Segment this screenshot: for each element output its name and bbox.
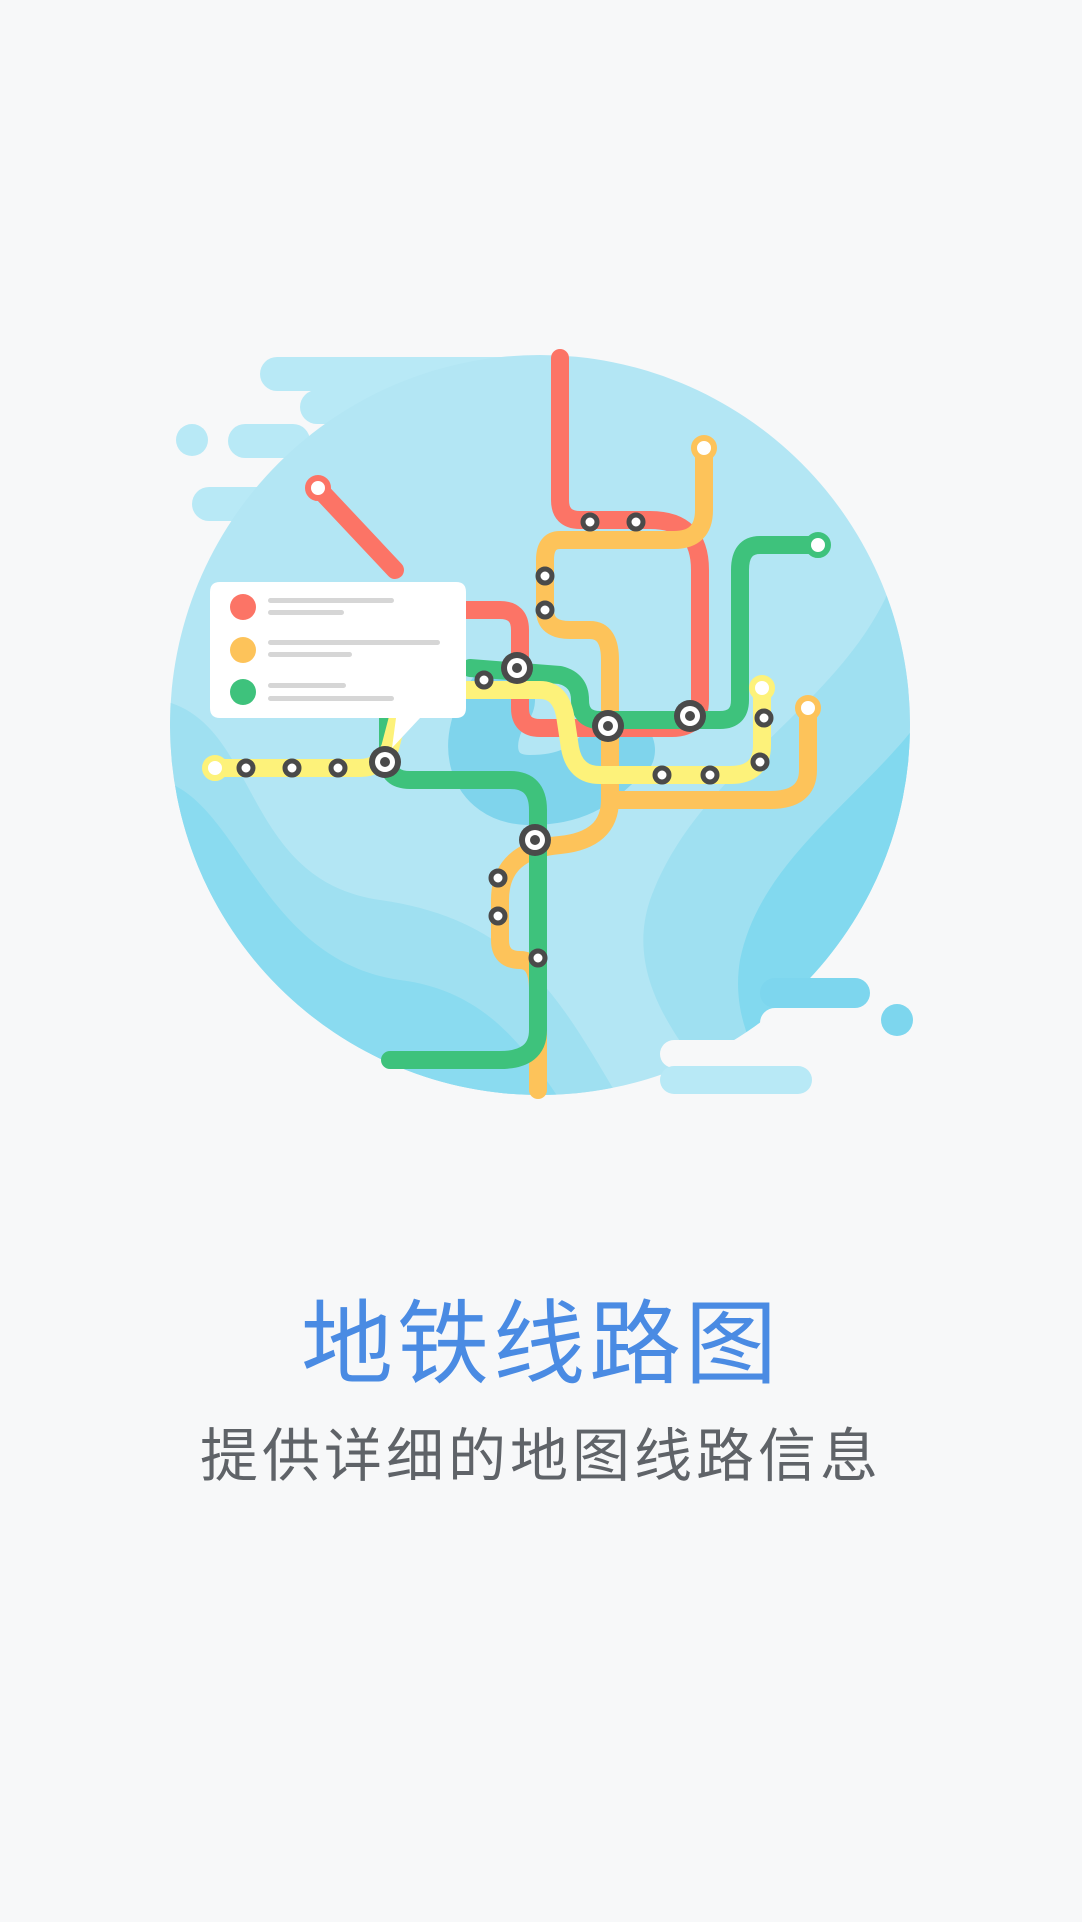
legend-red-dot xyxy=(230,594,256,620)
metro-map-illustration xyxy=(170,349,913,1099)
page-subtitle: 提供详细的地图线路信息 xyxy=(199,1422,882,1490)
legend-green-dot xyxy=(230,679,256,705)
page-title: 地铁线路图 xyxy=(300,1291,781,1398)
legend-yellow-dot xyxy=(230,637,256,663)
